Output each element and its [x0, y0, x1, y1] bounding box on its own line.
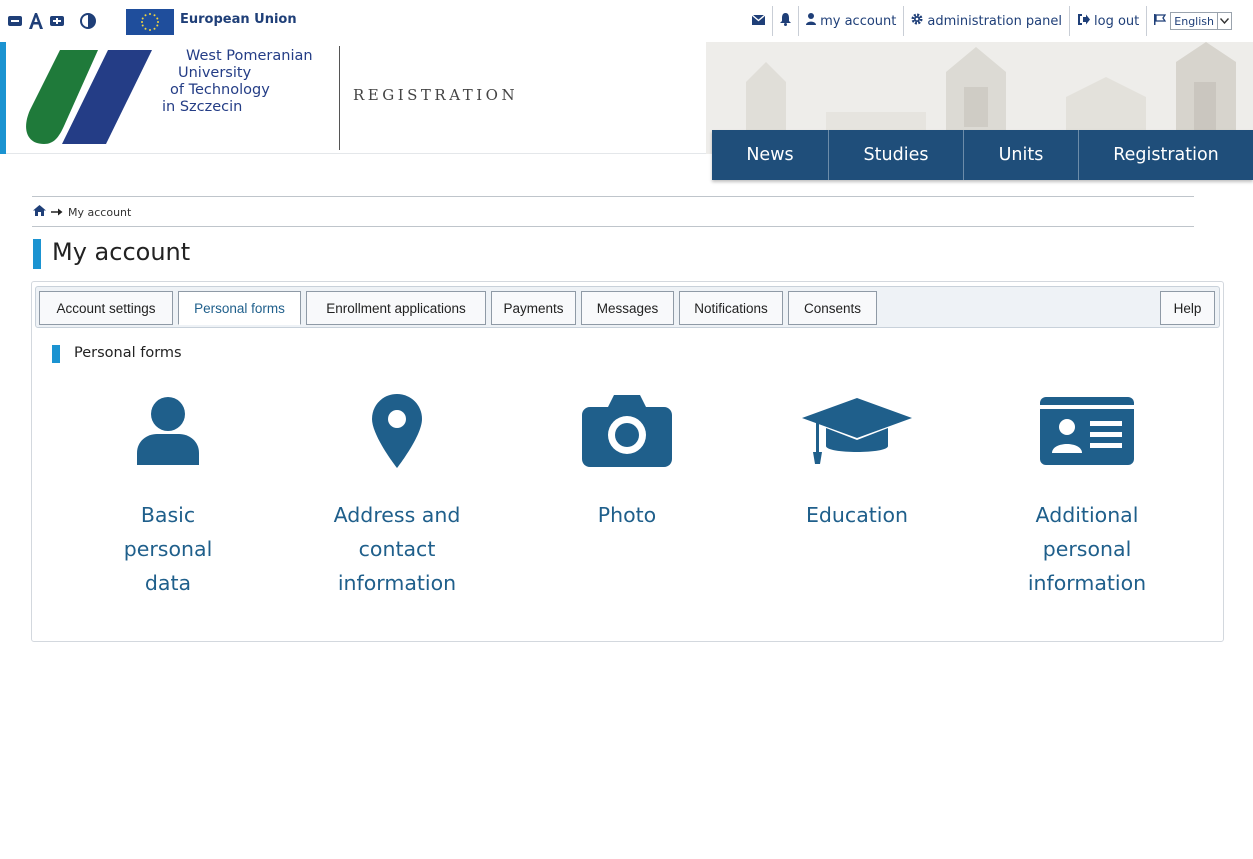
logout-label: log out — [1094, 13, 1140, 29]
home-icon[interactable] — [33, 205, 46, 219]
notifications-link[interactable] — [772, 6, 798, 36]
admin-panel-label: administration panel — [927, 13, 1063, 29]
breadcrumb: My account — [33, 205, 131, 219]
language-value: English — [1174, 14, 1214, 28]
tab-payments[interactable]: Payments — [491, 291, 576, 325]
tile-label-line: personal — [123, 537, 213, 561]
user-navigation: my account administration panel log out … — [745, 6, 1239, 36]
nav-studies[interactable]: Studies — [829, 130, 964, 180]
user-icon — [806, 13, 817, 29]
tile-label: Additional personal information — [1007, 498, 1167, 600]
id-card-icon — [1032, 392, 1142, 470]
university-name-line-4: in Szczecin — [162, 99, 243, 115]
font-size-icon[interactable] — [28, 12, 44, 30]
university-name-line-3: of Technology — [170, 82, 270, 98]
personal-forms-grid: Basic personal data Address and contact … — [32, 392, 1223, 622]
tile-label-line: Education — [805, 503, 909, 527]
tab-personal-forms[interactable]: Personal forms — [178, 291, 301, 325]
admin-panel-link[interactable]: administration panel — [903, 6, 1069, 36]
language-select[interactable]: English — [1170, 12, 1232, 30]
tile-label: Education — [787, 498, 927, 532]
tile-label-line: Address and — [333, 503, 461, 527]
nav-units[interactable]: Units — [964, 130, 1079, 180]
account-tabs: Account settings Personal forms Enrollme… — [35, 286, 1220, 328]
tile-label: Address and contact information — [312, 498, 482, 600]
breadcrumb-arrow-icon — [51, 206, 63, 219]
tile-label: Basic personal data — [108, 498, 228, 600]
tile-label-line: Basic — [140, 503, 196, 527]
section-title-accent — [52, 345, 60, 363]
tile-label-line: personal — [1042, 537, 1132, 561]
nav-registration[interactable]: Registration — [1079, 130, 1253, 180]
header-divider — [339, 46, 340, 150]
tile-label-line: Photo — [597, 503, 657, 527]
tile-additional-personal-info[interactable]: Additional personal information — [987, 392, 1187, 622]
breadcrumb-bottom-rule — [32, 226, 1194, 227]
section-title: Personal forms — [74, 345, 182, 361]
tile-photo[interactable]: Photo — [527, 392, 727, 622]
header-brand-strip: West Pomeranian University of Technology… — [6, 42, 706, 154]
tab-messages[interactable]: Messages — [581, 291, 674, 325]
tile-label-line: contact — [358, 537, 436, 561]
tile-label: Photo — [577, 498, 677, 532]
tab-enrollment-applications[interactable]: Enrollment applications — [306, 291, 486, 325]
messages-link[interactable] — [745, 6, 772, 36]
envelope-icon — [751, 13, 766, 29]
nav-news[interactable]: News — [712, 130, 829, 180]
gear-icon — [911, 13, 923, 29]
graduation-cap-icon — [802, 392, 912, 470]
bell-icon — [780, 12, 792, 30]
chevron-down-icon[interactable] — [1217, 13, 1231, 29]
eu-flag — [126, 9, 174, 35]
decrease-font-icon[interactable] — [8, 14, 22, 28]
user-icon — [113, 392, 223, 470]
tile-label-line: Additional — [1035, 503, 1139, 527]
breadcrumb-current: My account — [68, 205, 132, 219]
tile-basic-personal-data[interactable]: Basic personal data — [68, 392, 268, 622]
university-logo[interactable] — [24, 48, 156, 144]
tile-label-line: data — [144, 571, 192, 595]
eu-label[interactable]: European Union — [180, 12, 297, 27]
logout-icon — [1077, 13, 1091, 29]
tab-consents[interactable]: Consents — [788, 291, 877, 325]
my-account-link[interactable]: my account — [798, 6, 903, 36]
site-header: West Pomeranian University of Technology… — [0, 42, 1253, 180]
tile-address-contact[interactable]: Address and contact information — [297, 392, 497, 622]
page-title-accent — [33, 239, 41, 269]
university-name-line-1: West Pomeranian — [186, 48, 313, 64]
help-button[interactable]: Help — [1160, 291, 1215, 325]
section-wordmark: REGISTRATION — [353, 86, 519, 104]
contrast-icon[interactable] — [80, 13, 96, 29]
accessibility-controls — [8, 8, 96, 34]
tile-education[interactable]: Education — [757, 392, 957, 622]
map-pin-icon — [342, 392, 452, 470]
increase-font-icon[interactable] — [50, 14, 64, 28]
tile-label-line: information — [337, 571, 457, 595]
my-account-label: my account — [820, 13, 897, 29]
tile-label-line: information — [1027, 571, 1147, 595]
account-panel: Account settings Personal forms Enrollme… — [31, 281, 1224, 642]
camera-icon — [572, 392, 682, 470]
university-name-line-2: University — [178, 65, 252, 81]
language-switcher[interactable]: English — [1146, 6, 1239, 36]
main-navigation: News Studies Units Registration — [712, 130, 1253, 180]
logout-link[interactable]: log out — [1069, 6, 1146, 36]
tab-account-settings[interactable]: Account settings — [39, 291, 173, 325]
breadcrumb-top-rule — [32, 196, 1194, 197]
flag-icon — [1154, 13, 1167, 29]
tab-notifications[interactable]: Notifications — [679, 291, 783, 325]
university-name: West Pomeranian University of Technology… — [158, 48, 328, 116]
page-title: My account — [52, 238, 191, 266]
top-utility-bar: European Union my account administration… — [0, 0, 1253, 42]
